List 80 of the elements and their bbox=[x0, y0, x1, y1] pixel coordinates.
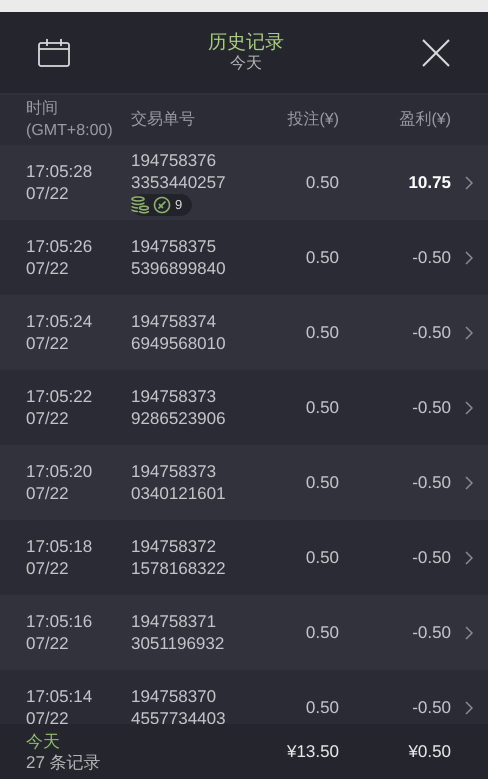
trade-id-cell-text: 194758371 bbox=[131, 610, 218, 632]
time-cell-text: 17:05:16 bbox=[26, 610, 94, 632]
chevron-right-icon[interactable] bbox=[465, 326, 473, 340]
date-cell-text: 07/22 bbox=[26, 708, 70, 724]
chevron-right-icon[interactable] bbox=[465, 550, 473, 564]
trade-id-cell: 3353440257 bbox=[131, 172, 226, 194]
stake-cell: 0.50 bbox=[306, 398, 339, 416]
table-row[interactable]: 17:05:28 07/22 194758376 3353440257 9 0.50 10.75 bbox=[0, 145, 488, 220]
stake-cell: 0.50 bbox=[306, 622, 339, 642]
date-cell-text: 07/22 bbox=[26, 408, 70, 430]
chevron-right-icon[interactable] bbox=[465, 700, 473, 714]
page-title: 历史记录 bbox=[208, 30, 284, 54]
table-row[interactable]: 17:05:16 07/22 194758371 3051196932 0.50 -0.50 bbox=[0, 595, 488, 670]
chevron-right-icon[interactable] bbox=[465, 476, 473, 490]
stake-cell: 0.50 bbox=[306, 472, 339, 492]
record-count: 27 条记录 bbox=[26, 752, 102, 772]
trade-id-cell-text: 194758374 bbox=[131, 310, 218, 332]
date-cell-text: 07/22 bbox=[26, 482, 70, 504]
time-cell-text: 17:05:28 bbox=[26, 160, 94, 182]
time-cell-text: 17:05:14 bbox=[26, 686, 94, 708]
total-stake: ¥13.50 bbox=[287, 742, 339, 760]
chevron-right-icon[interactable] bbox=[465, 176, 473, 190]
stake-cell: 0.50 bbox=[306, 248, 339, 266]
calendar-icon[interactable] bbox=[38, 38, 70, 66]
trade-id-cell: 1578168322 bbox=[131, 558, 226, 580]
date-cell-text: 07/22 bbox=[26, 182, 70, 204]
time-cell-text: 17:05:22 bbox=[26, 386, 94, 408]
profit-cell: -0.50 bbox=[412, 622, 451, 642]
stake-cell: 0.50 bbox=[306, 322, 339, 342]
table-row[interactable]: 17:05:18 07/22 194758372 1578168322 0.50 -0.50 bbox=[0, 520, 488, 595]
stake-cell: 0.50 bbox=[306, 548, 339, 566]
time-cell-text: 17:05:20 bbox=[26, 460, 94, 482]
ball-icon bbox=[153, 196, 171, 214]
trade-id-cell-text: 194758373 bbox=[131, 460, 218, 482]
profit-cell: -0.50 bbox=[412, 322, 451, 342]
trade-id-cell-text: 194758372 bbox=[131, 536, 218, 558]
bet-count: 9 bbox=[175, 196, 182, 214]
date-cell-text: 07/22 bbox=[26, 332, 70, 354]
profit-cell: -0.50 bbox=[412, 248, 451, 266]
trade-id-cell-text: 3051196932 bbox=[131, 632, 226, 654]
total-profit: ¥0.50 bbox=[408, 742, 451, 760]
trade-id-cell-text: 194758373 bbox=[131, 386, 218, 408]
period-label: 今天 bbox=[26, 730, 61, 752]
trade-id-cell-text: 194758370 bbox=[131, 686, 218, 708]
date-cell-text: 07/22 bbox=[26, 258, 70, 280]
trade-id-cell-text: 194758376 bbox=[131, 150, 218, 172]
table-row[interactable]: 17:05:22 07/22 194758373 9286523906 0.50 -0.50 bbox=[0, 370, 488, 445]
trade-id-cell-text: 194758375 bbox=[131, 236, 218, 258]
chevron-right-icon[interactable] bbox=[465, 626, 473, 640]
date-filter-label: 今天 bbox=[230, 54, 262, 74]
stake-cell: 0.50 bbox=[306, 698, 339, 716]
stake-cell: 0.50 bbox=[306, 172, 339, 192]
date-cell-text: 07/22 bbox=[26, 558, 70, 580]
profit-cell: -0.50 bbox=[412, 698, 451, 716]
coins-icon bbox=[131, 196, 149, 214]
column-header: 投注(¥) bbox=[287, 111, 339, 128]
profit-cell: 10.75 bbox=[408, 172, 451, 192]
trade-id-cell: 6949568010 bbox=[131, 332, 226, 354]
profit-cell: -0.50 bbox=[412, 398, 451, 416]
trade-id-cell: 4557734403 bbox=[131, 708, 226, 724]
profit-cell: -0.50 bbox=[412, 472, 451, 492]
column-header: (GMT+8:00) bbox=[26, 121, 114, 141]
profit-cell: -0.50 bbox=[412, 548, 451, 566]
table-row[interactable]: 17:05:24 07/22 194758374 6949568010 0.50 -0.50 bbox=[0, 295, 488, 370]
trade-id-cell: 5396899840 bbox=[131, 258, 226, 280]
time-cell-text: 17:05:26 bbox=[26, 236, 94, 258]
chevron-right-icon[interactable] bbox=[465, 250, 473, 264]
chevron-right-icon[interactable] bbox=[465, 400, 473, 414]
trade-id-cell: 0340121601 bbox=[131, 482, 226, 504]
trade-id-cell: 9286523906 bbox=[131, 408, 226, 430]
table-row[interactable]: 17:05:14 07/22 194758370 4557734403 0.50 -0.50 bbox=[0, 670, 488, 724]
column-header: 盈利(¥) bbox=[399, 111, 451, 128]
time-cell-text: 17:05:18 bbox=[26, 536, 94, 558]
time-cell-text: 17:05:24 bbox=[26, 310, 94, 332]
table-row[interactable]: 17:05:20 07/22 194758373 0340121601 0.50 -0.50 bbox=[0, 445, 488, 520]
column-header: 时间 bbox=[26, 98, 59, 119]
date-cell-text: 07/22 bbox=[26, 632, 70, 654]
column-header: 交易单号 bbox=[131, 111, 195, 128]
table-row[interactable]: 17:05:26 07/22 194758375 5396899840 0.50 -0.50 bbox=[0, 220, 488, 295]
close-icon[interactable] bbox=[422, 38, 450, 66]
